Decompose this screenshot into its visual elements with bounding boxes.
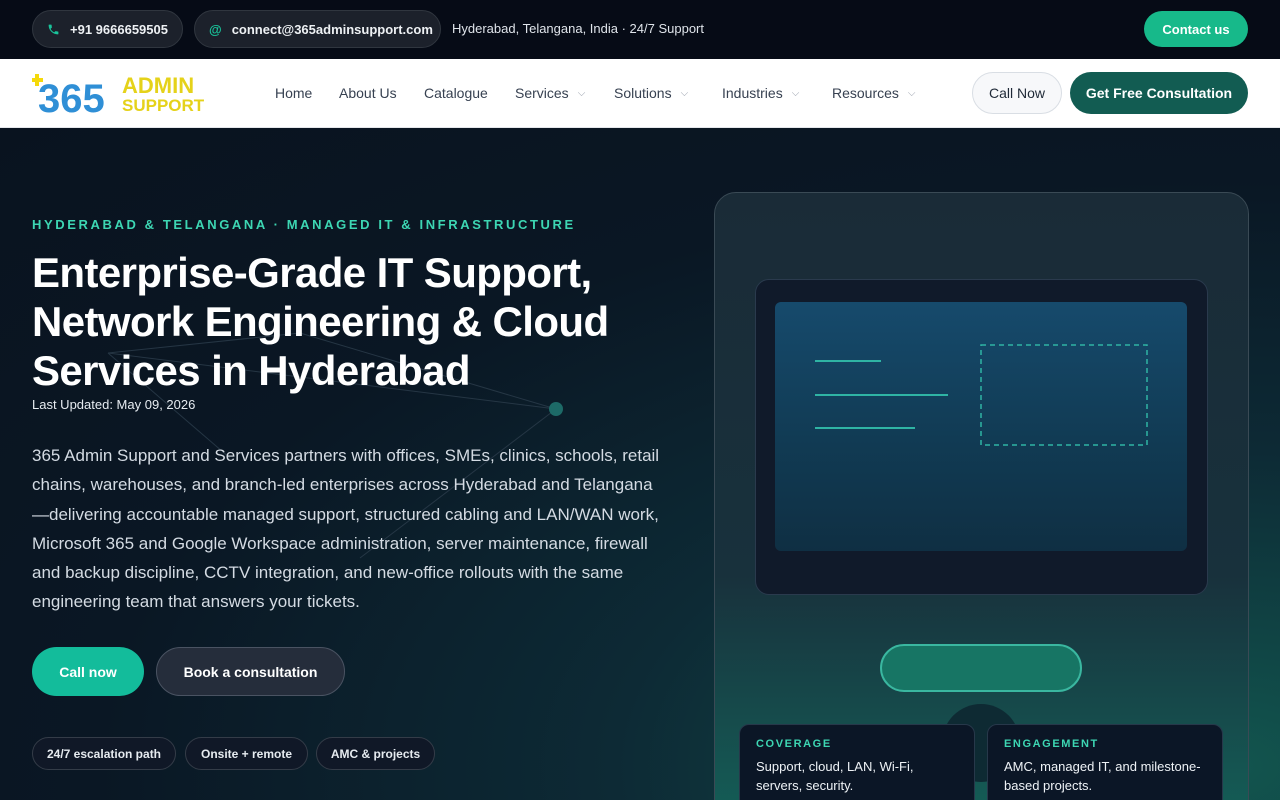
hero-kicker: HYDERABAD & TELANGANA · MANAGED IT & INF…	[32, 217, 576, 232]
at-icon: @	[209, 21, 222, 37]
nav-label: About Us	[339, 85, 397, 101]
free-consultation-button[interactable]: Get Free Consultation	[1070, 72, 1248, 114]
contact-us-button[interactable]: Contact us	[1144, 11, 1248, 47]
screen-wireframe	[815, 344, 1148, 446]
call-now-button[interactable]: Call Now	[972, 72, 1062, 114]
chevron-down-icon: ⌵	[680, 87, 689, 99]
nav-label: Home	[275, 85, 313, 101]
nav-resources[interactable]: Resources ⌵	[832, 85, 916, 101]
top-bar: +91 9666659505 @ connect@365adminsupport…	[0, 0, 1280, 59]
nav-home[interactable]: Home	[275, 85, 312, 101]
nav-label: Catalogue	[424, 85, 488, 101]
last-updated: Last Updated: May 09, 2026	[32, 397, 196, 412]
nav-about-us[interactable]: About Us	[339, 85, 397, 101]
feature-chip: Onsite + remote	[185, 737, 308, 770]
monitor-screen	[775, 302, 1187, 551]
node-dot	[549, 402, 563, 416]
feature-chip: 24/7 escalation path	[32, 737, 176, 770]
nav-catalogue[interactable]: Catalogue	[424, 85, 488, 101]
monitor-stand	[880, 644, 1082, 692]
nav-solutions[interactable]: Solutions ⌵	[614, 85, 688, 101]
feature-chip: AMC & projects	[316, 737, 435, 770]
phone-number: +91 9666659505	[70, 21, 168, 37]
card-label: COVERAGE	[756, 738, 832, 750]
chevron-down-icon: ⌵	[791, 87, 800, 99]
coverage-card: COVERAGE Support, cloud, LAN, Wi-Fi, ser…	[739, 724, 975, 800]
location-text: Hyderabad, Telangana, India · 24/7 Suppo…	[452, 21, 704, 36]
nav-label: Services	[515, 85, 569, 101]
card-label: ENGAGEMENT	[1004, 738, 1099, 750]
brand-logo[interactable]: 365 ADMIN SUPPORT	[31, 70, 222, 121]
call-now-cta[interactable]: Call now	[32, 647, 144, 696]
nav-industries[interactable]: Industries ⌵	[722, 85, 799, 101]
logo-365: 365	[38, 77, 105, 116]
book-consultation-cta[interactable]: Book a consultation	[156, 647, 345, 696]
chevron-down-icon: ⌵	[907, 87, 916, 99]
logo-support: SUPPORT	[122, 96, 205, 115]
nav-services[interactable]: Services ⌵	[515, 85, 585, 101]
hero-section: HYDERABAD & TELANGANA · MANAGED IT & INF…	[0, 128, 1280, 800]
logo-admin: ADMIN	[122, 73, 194, 98]
engagement-card: ENGAGEMENT AMC, managed IT, and mileston…	[987, 724, 1223, 800]
chevron-down-icon: ⌵	[577, 87, 586, 99]
hero-headline: Enterprise-Grade IT Support, Network Eng…	[32, 249, 609, 394]
nav-label: Industries	[722, 85, 783, 101]
nav-label: Resources	[832, 85, 899, 101]
main-navbar: 365 ADMIN SUPPORT Home About Us Catalogu…	[0, 59, 1280, 128]
hero-description: 365 Admin Support and Services partners …	[32, 446, 660, 612]
phone-icon	[47, 23, 60, 36]
email-link[interactable]: @ connect@365adminsupport.com	[194, 10, 441, 48]
phone-link[interactable]: +91 9666659505	[32, 10, 183, 48]
card-text: Support, cloud, LAN, Wi-Fi, servers, sec…	[756, 759, 914, 793]
email-address: connect@365adminsupport.com	[231, 21, 433, 37]
card-text: AMC, managed IT, and milestone-based pro…	[1004, 759, 1201, 793]
nav-label: Solutions	[614, 85, 672, 101]
